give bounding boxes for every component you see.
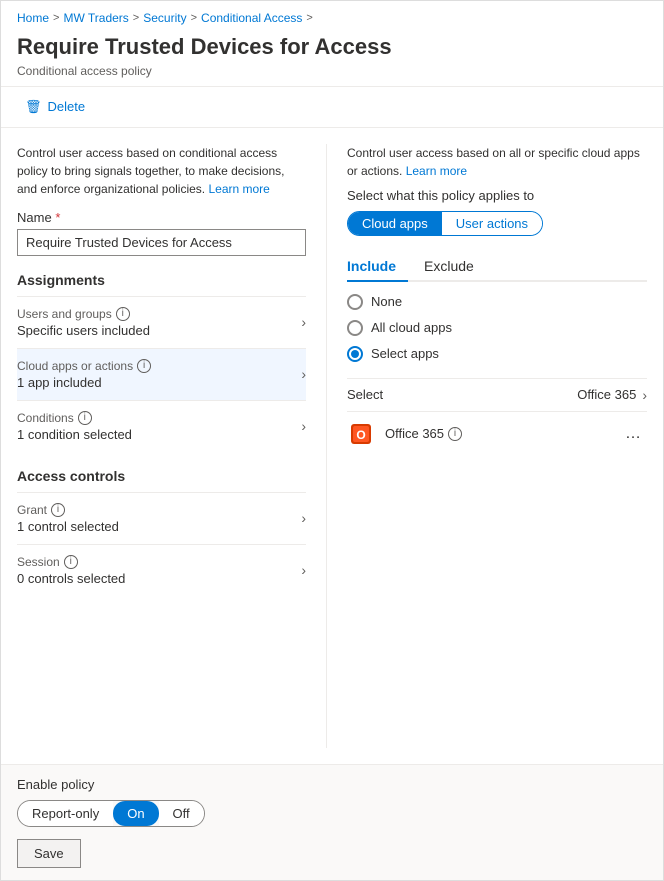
policy-applies-label: Select what this policy applies to <box>347 188 647 203</box>
breadcrumb-mw-traders[interactable]: MW Traders <box>63 11 128 25</box>
right-panel: Control user access based on all or spec… <box>327 144 647 748</box>
session-info-icon: i <box>64 555 78 569</box>
conditions-info-icon: i <box>78 411 92 425</box>
right-description: Control user access based on all or spec… <box>347 144 647 180</box>
on-toggle-btn[interactable]: On <box>113 801 158 826</box>
users-groups-info-icon: i <box>116 307 130 321</box>
session-value: 0 controls selected <box>17 571 125 586</box>
users-groups-chevron: › <box>301 314 306 330</box>
radio-select-apps[interactable]: Select apps <box>347 346 647 362</box>
breadcrumb-sep-3: > <box>191 12 197 24</box>
cloud-apps-chevron: › <box>301 366 306 382</box>
users-groups-value: Specific users included <box>17 323 150 338</box>
session-chevron: › <box>301 562 306 578</box>
page-container: Home > MW Traders > Security > Condition… <box>0 0 664 881</box>
main-content: Control user access based on conditional… <box>1 128 663 764</box>
radio-none[interactable]: None <box>347 294 647 310</box>
office365-ellipsis-button[interactable]: … <box>619 423 647 445</box>
page-subtitle: Conditional access policy <box>17 64 647 78</box>
required-marker: * <box>55 210 60 225</box>
grant-item[interactable]: Grant i 1 control selected › <box>17 492 306 544</box>
select-label: Select <box>347 387 383 402</box>
radio-select-circle <box>347 346 363 362</box>
tab-exclude[interactable]: Exclude <box>424 252 486 282</box>
radio-none-label: None <box>371 294 402 309</box>
footer: Enable policy Report-only On Off Save <box>1 764 663 880</box>
access-controls-title: Access controls <box>17 468 306 484</box>
cloud-apps-item[interactable]: Cloud apps or actions i 1 app included › <box>17 348 306 400</box>
session-label: Session i <box>17 555 125 569</box>
grant-value: 1 control selected <box>17 519 119 534</box>
conditions-label: Conditions i <box>17 411 132 425</box>
office365-name: Office 365 i <box>385 426 609 441</box>
delete-icon: 🗑 <box>25 99 42 115</box>
session-item[interactable]: Session i 0 controls selected › <box>17 544 306 596</box>
select-chevron: › <box>642 387 647 403</box>
radio-all-circle <box>347 320 363 336</box>
grant-label: Grant i <box>17 503 119 517</box>
conditions-value: 1 condition selected <box>17 427 132 442</box>
grant-info-icon: i <box>51 503 65 517</box>
breadcrumb-security[interactable]: Security <box>143 11 186 25</box>
user-actions-toggle-btn[interactable]: User actions <box>442 212 542 235</box>
apps-actions-toggle: Cloud apps User actions <box>347 211 543 236</box>
name-input[interactable] <box>17 229 306 256</box>
conditions-chevron: › <box>301 418 306 434</box>
cloud-apps-label: Cloud apps or actions i <box>17 359 151 373</box>
breadcrumb-home[interactable]: Home <box>17 11 49 25</box>
cloud-apps-info-icon: i <box>137 359 151 373</box>
toolbar: 🗑 Delete <box>1 87 663 128</box>
include-exclude-tabs: Include Exclude <box>347 252 647 282</box>
delete-label: Delete <box>48 99 86 114</box>
name-field-label: Name * <box>17 210 306 225</box>
enable-policy-label: Enable policy <box>17 777 647 792</box>
radio-select-label: Select apps <box>371 346 439 361</box>
page-title: Require Trusted Devices for Access <box>17 33 647 62</box>
select-row[interactable]: Select Office 365 › <box>347 378 647 411</box>
assignments-title: Assignments <box>17 272 306 288</box>
left-learn-more-link[interactable]: Learn more <box>208 182 269 196</box>
radio-none-circle <box>347 294 363 310</box>
office365-app-row: O Office 365 i … <box>347 411 647 456</box>
svg-text:O: O <box>356 428 365 442</box>
users-groups-item[interactable]: Users and groups i Specific users includ… <box>17 296 306 348</box>
report-only-toggle-btn[interactable]: Report-only <box>18 801 113 826</box>
radio-all-cloud-apps[interactable]: All cloud apps <box>347 320 647 336</box>
left-description: Control user access based on conditional… <box>17 144 306 198</box>
tab-include[interactable]: Include <box>347 252 408 282</box>
grant-chevron: › <box>301 510 306 526</box>
app-selection-radio-group: None All cloud apps Select apps <box>347 294 647 362</box>
delete-button[interactable]: 🗑 Delete <box>17 95 93 119</box>
select-value: Office 365 <box>577 387 636 402</box>
office365-info-icon: i <box>448 427 462 441</box>
cloud-apps-toggle-btn[interactable]: Cloud apps <box>348 212 442 235</box>
radio-all-label: All cloud apps <box>371 320 452 335</box>
conditions-item[interactable]: Conditions i 1 condition selected › <box>17 400 306 452</box>
breadcrumb: Home > MW Traders > Security > Condition… <box>1 1 663 29</box>
breadcrumb-sep-1: > <box>53 12 59 24</box>
right-learn-more-link[interactable]: Learn more <box>406 164 467 178</box>
left-panel: Control user access based on conditional… <box>17 144 327 748</box>
breadcrumb-conditional-access[interactable]: Conditional Access <box>201 11 302 25</box>
breadcrumb-sep-2: > <box>133 12 139 24</box>
cloud-apps-value: 1 app included <box>17 375 151 390</box>
policy-toggle: Report-only On Off <box>17 800 205 827</box>
office365-icon: O <box>347 420 375 448</box>
breadcrumb-sep-4: > <box>306 12 312 24</box>
users-groups-label: Users and groups i <box>17 307 150 321</box>
page-header: Require Trusted Devices for Access Condi… <box>1 29 663 87</box>
save-button[interactable]: Save <box>17 839 81 868</box>
off-toggle-btn[interactable]: Off <box>159 801 204 826</box>
